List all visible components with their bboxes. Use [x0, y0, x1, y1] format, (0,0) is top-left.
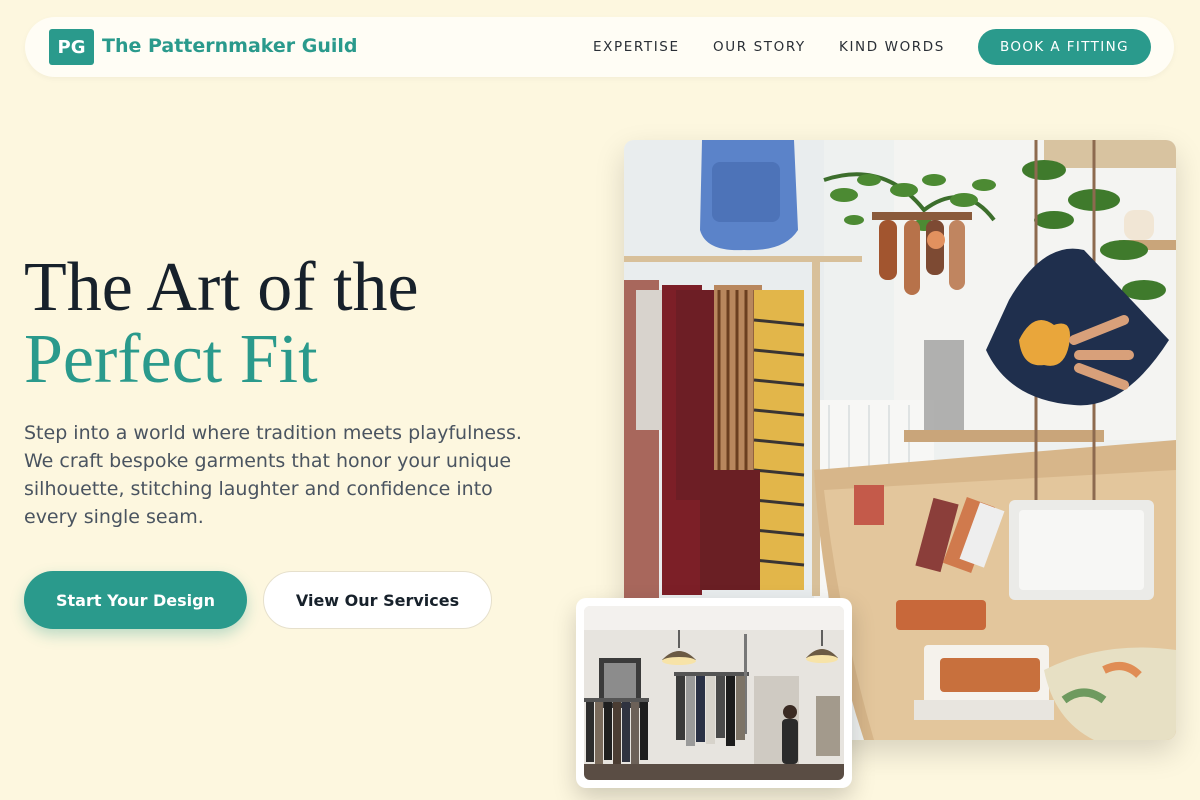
hero-title-line2: Perfect Fit — [24, 321, 318, 398]
nav-link-our-story[interactable]: OUR STORY — [713, 39, 806, 55]
hero-lead-paragraph: Step into a world where tradition meets … — [24, 422, 522, 528]
view-services-button[interactable]: View Our Services — [263, 571, 492, 629]
book-fitting-button[interactable]: BOOK A FITTING — [978, 29, 1151, 65]
nav-link-expertise[interactable]: EXPERTISE — [593, 39, 680, 55]
brand-name[interactable]: The Patternmaker Guild — [102, 35, 358, 57]
logo-badge[interactable]: PG — [49, 29, 94, 65]
hero-title-line1: The Art of the — [24, 249, 419, 326]
shop-interior-photo — [576, 598, 852, 788]
start-design-button[interactable]: Start Your Design — [24, 571, 247, 629]
nav-link-kind-words[interactable]: KIND WORDS — [839, 39, 945, 55]
top-navbar: PG The Patternmaker Guild EXPERTISE OUR … — [25, 17, 1174, 77]
